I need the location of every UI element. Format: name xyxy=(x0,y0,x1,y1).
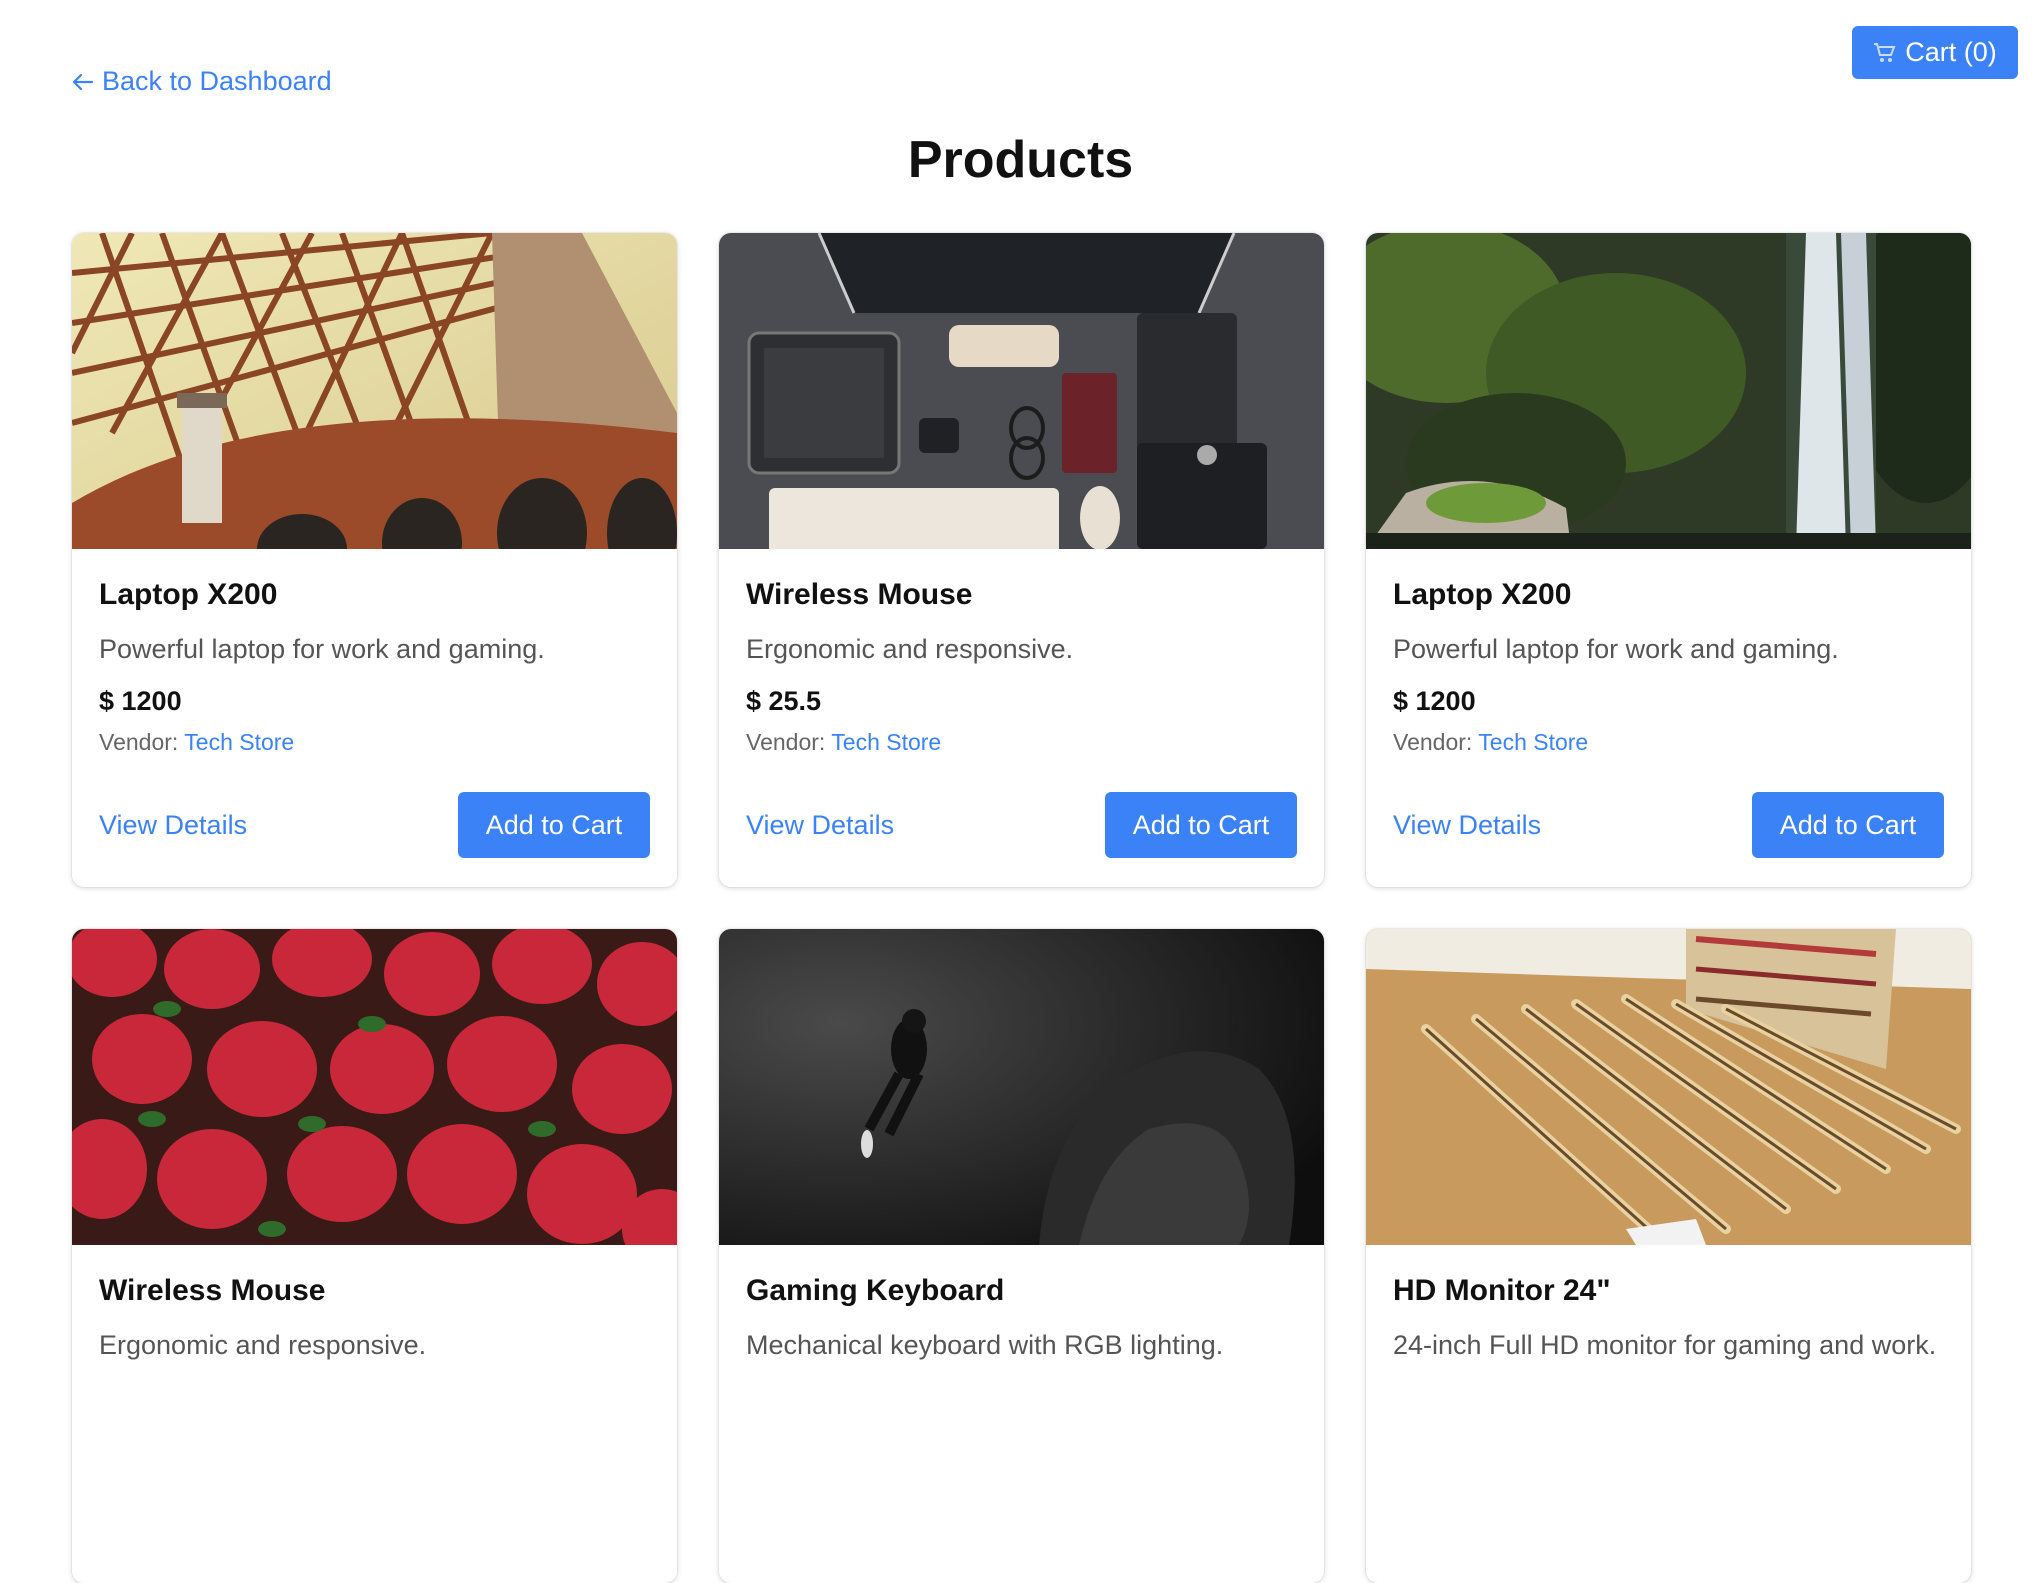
product-name: Laptop X200 xyxy=(1393,578,1572,611)
product-card: Laptop X200 Powerful laptop for work and… xyxy=(1366,233,1971,887)
back-link-label: Back to Dashboard xyxy=(102,66,332,96)
product-image-bridge xyxy=(72,233,677,549)
cart-label: Cart (0) xyxy=(1905,37,1997,67)
product-price: $ 1200 xyxy=(1393,686,1476,717)
product-description: Powerful laptop for work and gaming. xyxy=(1393,634,1839,664)
product-vendor: Vendor: Tech Store xyxy=(746,728,1297,758)
cart-button[interactable]: Cart (0) xyxy=(1852,26,2018,79)
add-to-cart-button[interactable]: Add to Cart xyxy=(1105,792,1297,858)
view-details-link[interactable]: View Details xyxy=(746,810,894,841)
vendor-label: Vendor: xyxy=(99,728,179,755)
product-image-pencils xyxy=(1366,929,1971,1245)
vendor-label: Vendor: xyxy=(1393,728,1473,755)
product-image-diver xyxy=(719,929,1324,1245)
product-grid: Laptop X200 Powerful laptop for work and… xyxy=(72,233,1972,1583)
product-image-strawberries xyxy=(72,929,677,1245)
product-card: Wireless Mouse Ergonomic and responsive.… xyxy=(719,233,1324,887)
product-description: Ergonomic and responsive. xyxy=(746,634,1074,664)
product-description: Mechanical keyboard with RGB lighting. xyxy=(746,1330,1224,1360)
product-name: Laptop X200 xyxy=(99,578,278,611)
vendor-link[interactable]: Tech Store xyxy=(184,729,294,755)
product-vendor: Vendor: Tech Store xyxy=(99,728,650,758)
arrow-left-icon xyxy=(72,73,94,91)
product-description: 24-inch Full HD monitor for gaming and w… xyxy=(1393,1330,1937,1360)
view-details-link[interactable]: View Details xyxy=(99,810,247,841)
product-name: Wireless Mouse xyxy=(746,578,973,611)
product-description: Ergonomic and responsive. xyxy=(99,1330,427,1360)
product-price: $ 1200 xyxy=(99,686,182,717)
vendor-link[interactable]: Tech Store xyxy=(1478,729,1588,755)
add-to-cart-button[interactable]: Add to Cart xyxy=(458,792,650,858)
product-card: HD Monitor 24" 24-inch Full HD monitor f… xyxy=(1366,929,1971,1583)
page-title: Products xyxy=(907,131,1134,189)
back-to-dashboard-link[interactable]: Back to Dashboard xyxy=(72,66,332,97)
cart-icon xyxy=(1873,42,1897,64)
product-price: $ 25.5 xyxy=(746,686,822,717)
product-image-waterfall xyxy=(1366,233,1971,549)
product-card: Wireless Mouse Ergonomic and responsive. xyxy=(72,929,677,1583)
product-image-desk xyxy=(719,233,1324,549)
product-name: HD Monitor 24" xyxy=(1393,1274,1611,1307)
product-description: Powerful laptop for work and gaming. xyxy=(99,634,545,664)
product-vendor: Vendor: Tech Store xyxy=(1393,728,1944,758)
add-to-cart-button[interactable]: Add to Cart xyxy=(1752,792,1944,858)
card-actions: View Details Add to Cart xyxy=(99,792,650,858)
card-actions: View Details Add to Cart xyxy=(746,792,1297,858)
product-card: Gaming Keyboard Mechanical keyboard with… xyxy=(719,929,1324,1583)
view-details-link[interactable]: View Details xyxy=(1393,810,1541,841)
card-actions: View Details Add to Cart xyxy=(1393,792,1944,858)
product-name: Gaming Keyboard xyxy=(746,1274,1005,1307)
vendor-link[interactable]: Tech Store xyxy=(831,729,941,755)
vendor-label: Vendor: xyxy=(746,728,826,755)
product-name: Wireless Mouse xyxy=(99,1274,326,1307)
product-card: Laptop X200 Powerful laptop for work and… xyxy=(72,233,677,887)
